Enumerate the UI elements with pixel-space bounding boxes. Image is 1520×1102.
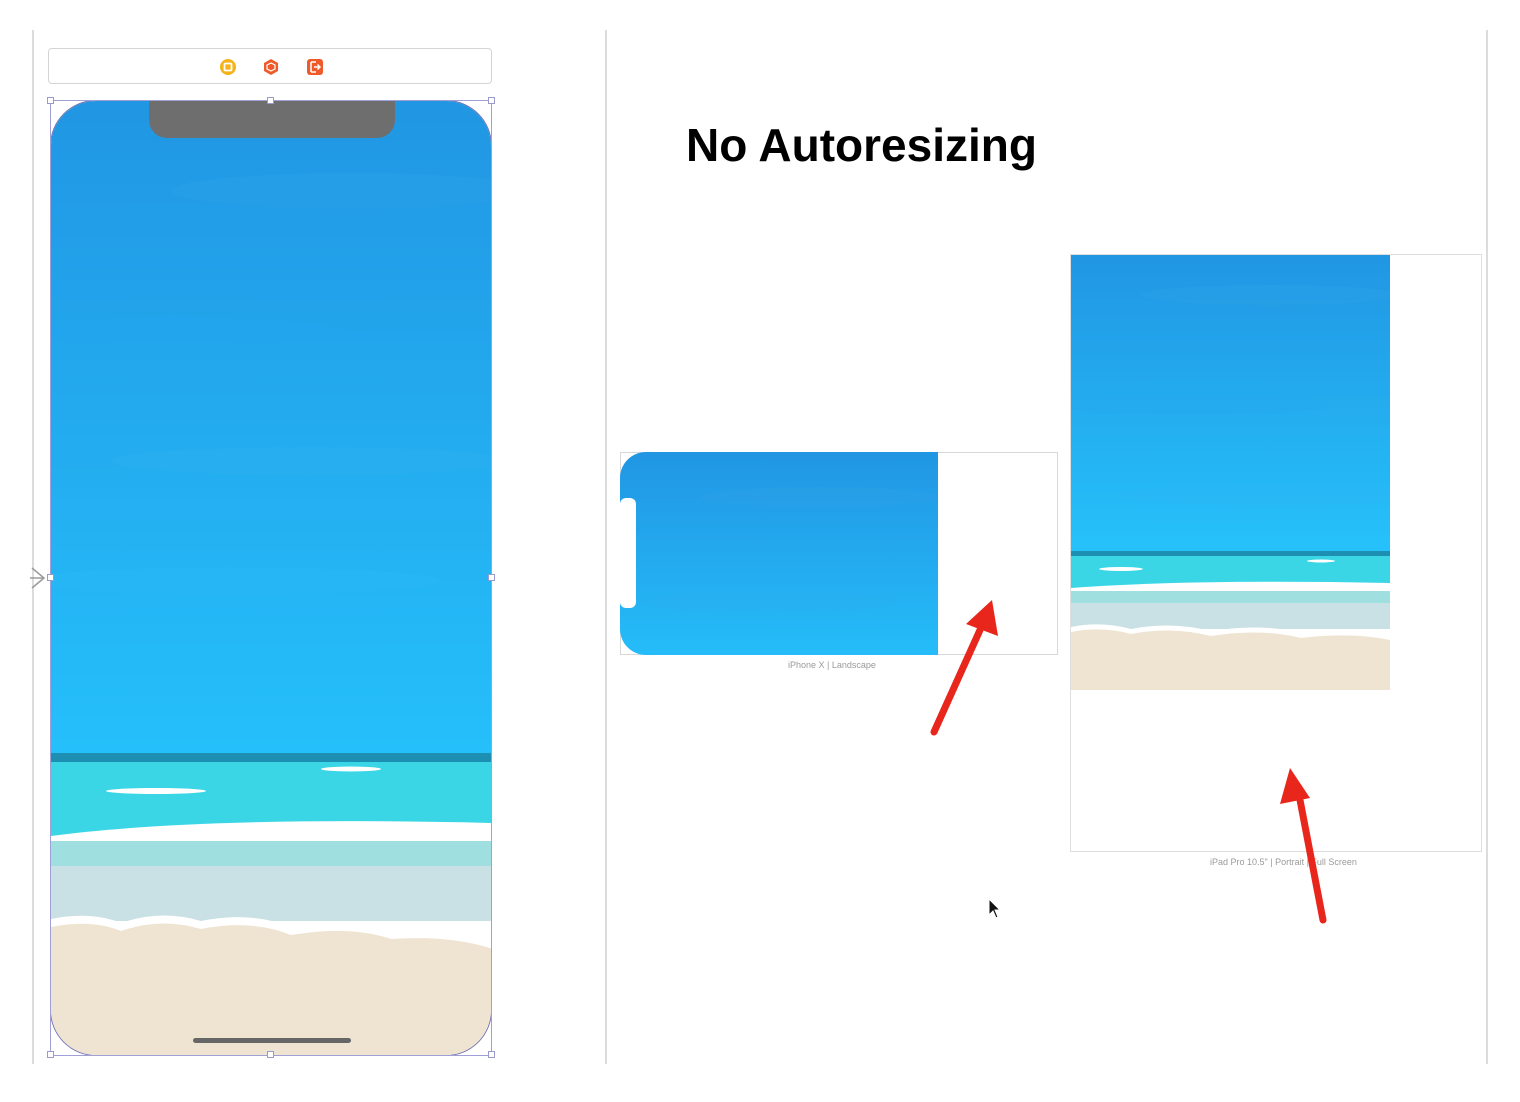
preview-landscape-caption: iPhone X | Landscape [788, 660, 876, 670]
resize-handle-bottom[interactable] [267, 1051, 274, 1058]
canvas-divider-right [1486, 30, 1488, 1064]
entry-point-arrow-icon[interactable] [30, 566, 48, 590]
home-indicator [193, 1038, 351, 1043]
resize-handle-bottom-right[interactable] [488, 1051, 495, 1058]
canvas-divider-left [32, 30, 34, 1064]
mouse-cursor-icon [988, 898, 1002, 919]
annotation-arrow-landscape [930, 600, 998, 736]
device-notch [149, 101, 395, 138]
resize-handle-right[interactable] [488, 574, 495, 581]
annotation-arrow-ipad [1280, 768, 1327, 924]
first-responder-icon[interactable] [262, 58, 280, 76]
resize-handle-top-left[interactable] [47, 97, 54, 104]
storyboard-view-controller[interactable] [50, 100, 492, 1056]
beach-background-image [51, 101, 491, 1055]
canvas-divider-middle [605, 30, 607, 1064]
slide-title: No Autoresizing [686, 119, 1037, 171]
resize-handle-bottom-left[interactable] [47, 1051, 54, 1058]
resize-handle-top[interactable] [267, 97, 274, 104]
resize-handle-left[interactable] [47, 574, 54, 581]
preview-ipad-image [1071, 255, 1390, 690]
scene-dock [48, 48, 492, 84]
resize-handle-top-right[interactable] [488, 97, 495, 104]
view-controller-icon[interactable] [219, 58, 237, 76]
exit-icon[interactable] [306, 58, 324, 76]
preview-landscape-image [620, 452, 938, 655]
